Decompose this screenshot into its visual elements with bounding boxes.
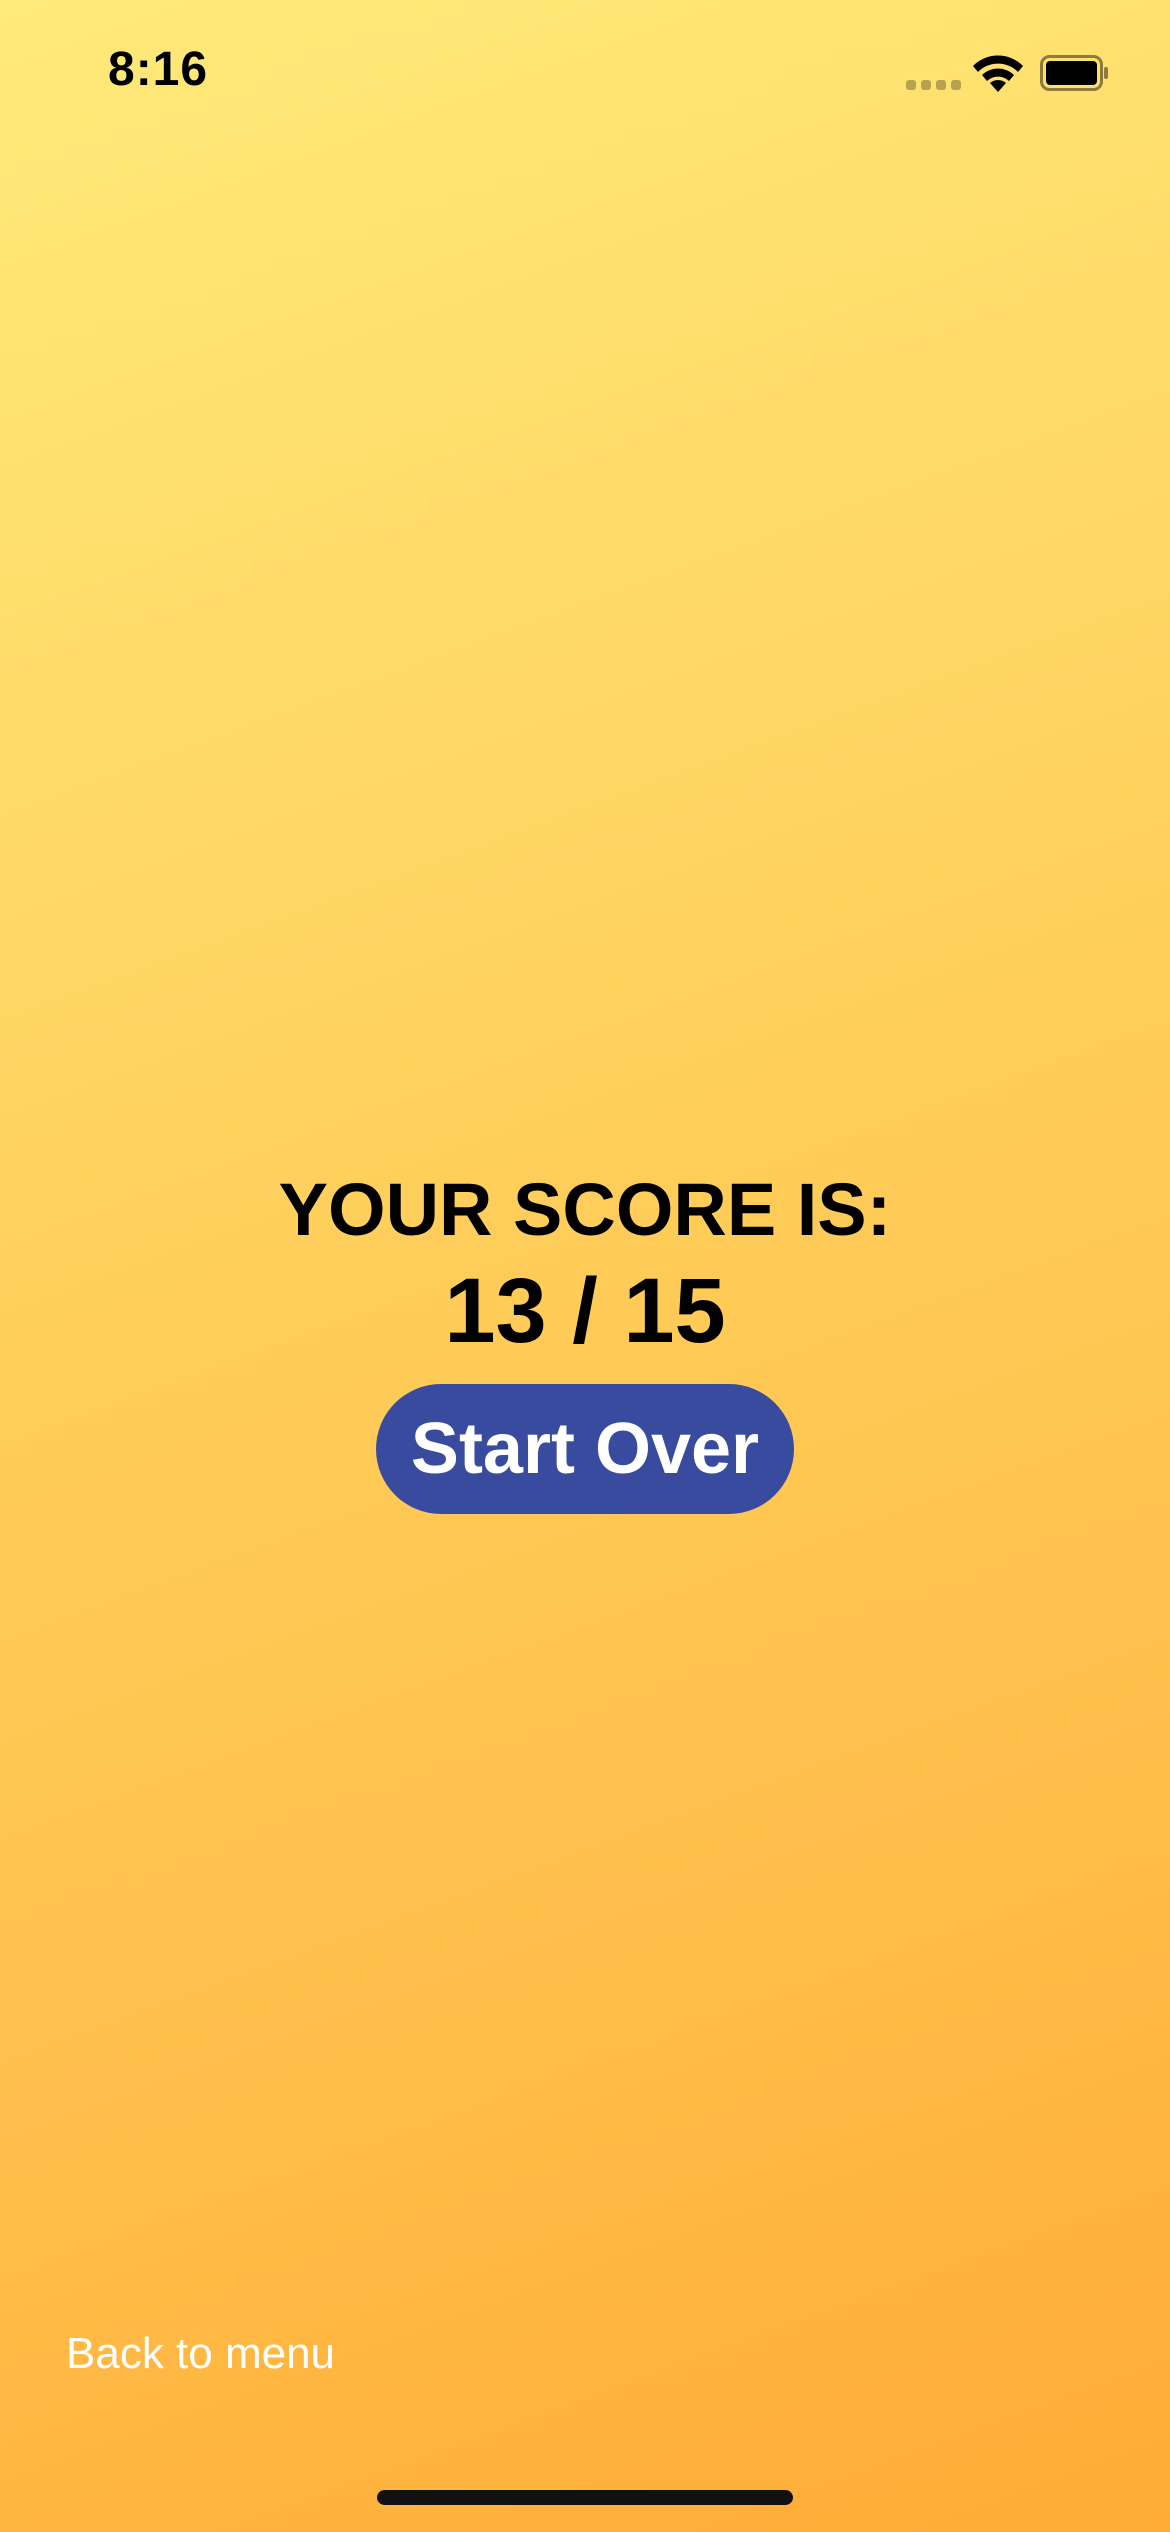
wifi-icon [973, 55, 1023, 92]
score-label: YOUR SCORE IS: [278, 1168, 892, 1251]
home-indicator[interactable] [377, 2490, 793, 2505]
score-panel: YOUR SCORE IS: 13 / 15 Start Over [0, 1160, 1170, 1514]
status-time: 8:16 [108, 43, 209, 96]
start-over-button[interactable]: Start Over [376, 1384, 794, 1514]
status-bar: 8:16 [0, 0, 1170, 150]
score-value: 13 / 15 [444, 1260, 726, 1362]
battery-icon [1040, 55, 1108, 91]
back-to-menu-link[interactable]: Back to menu [66, 2322, 335, 2386]
cellular-signal-icon [906, 80, 961, 90]
